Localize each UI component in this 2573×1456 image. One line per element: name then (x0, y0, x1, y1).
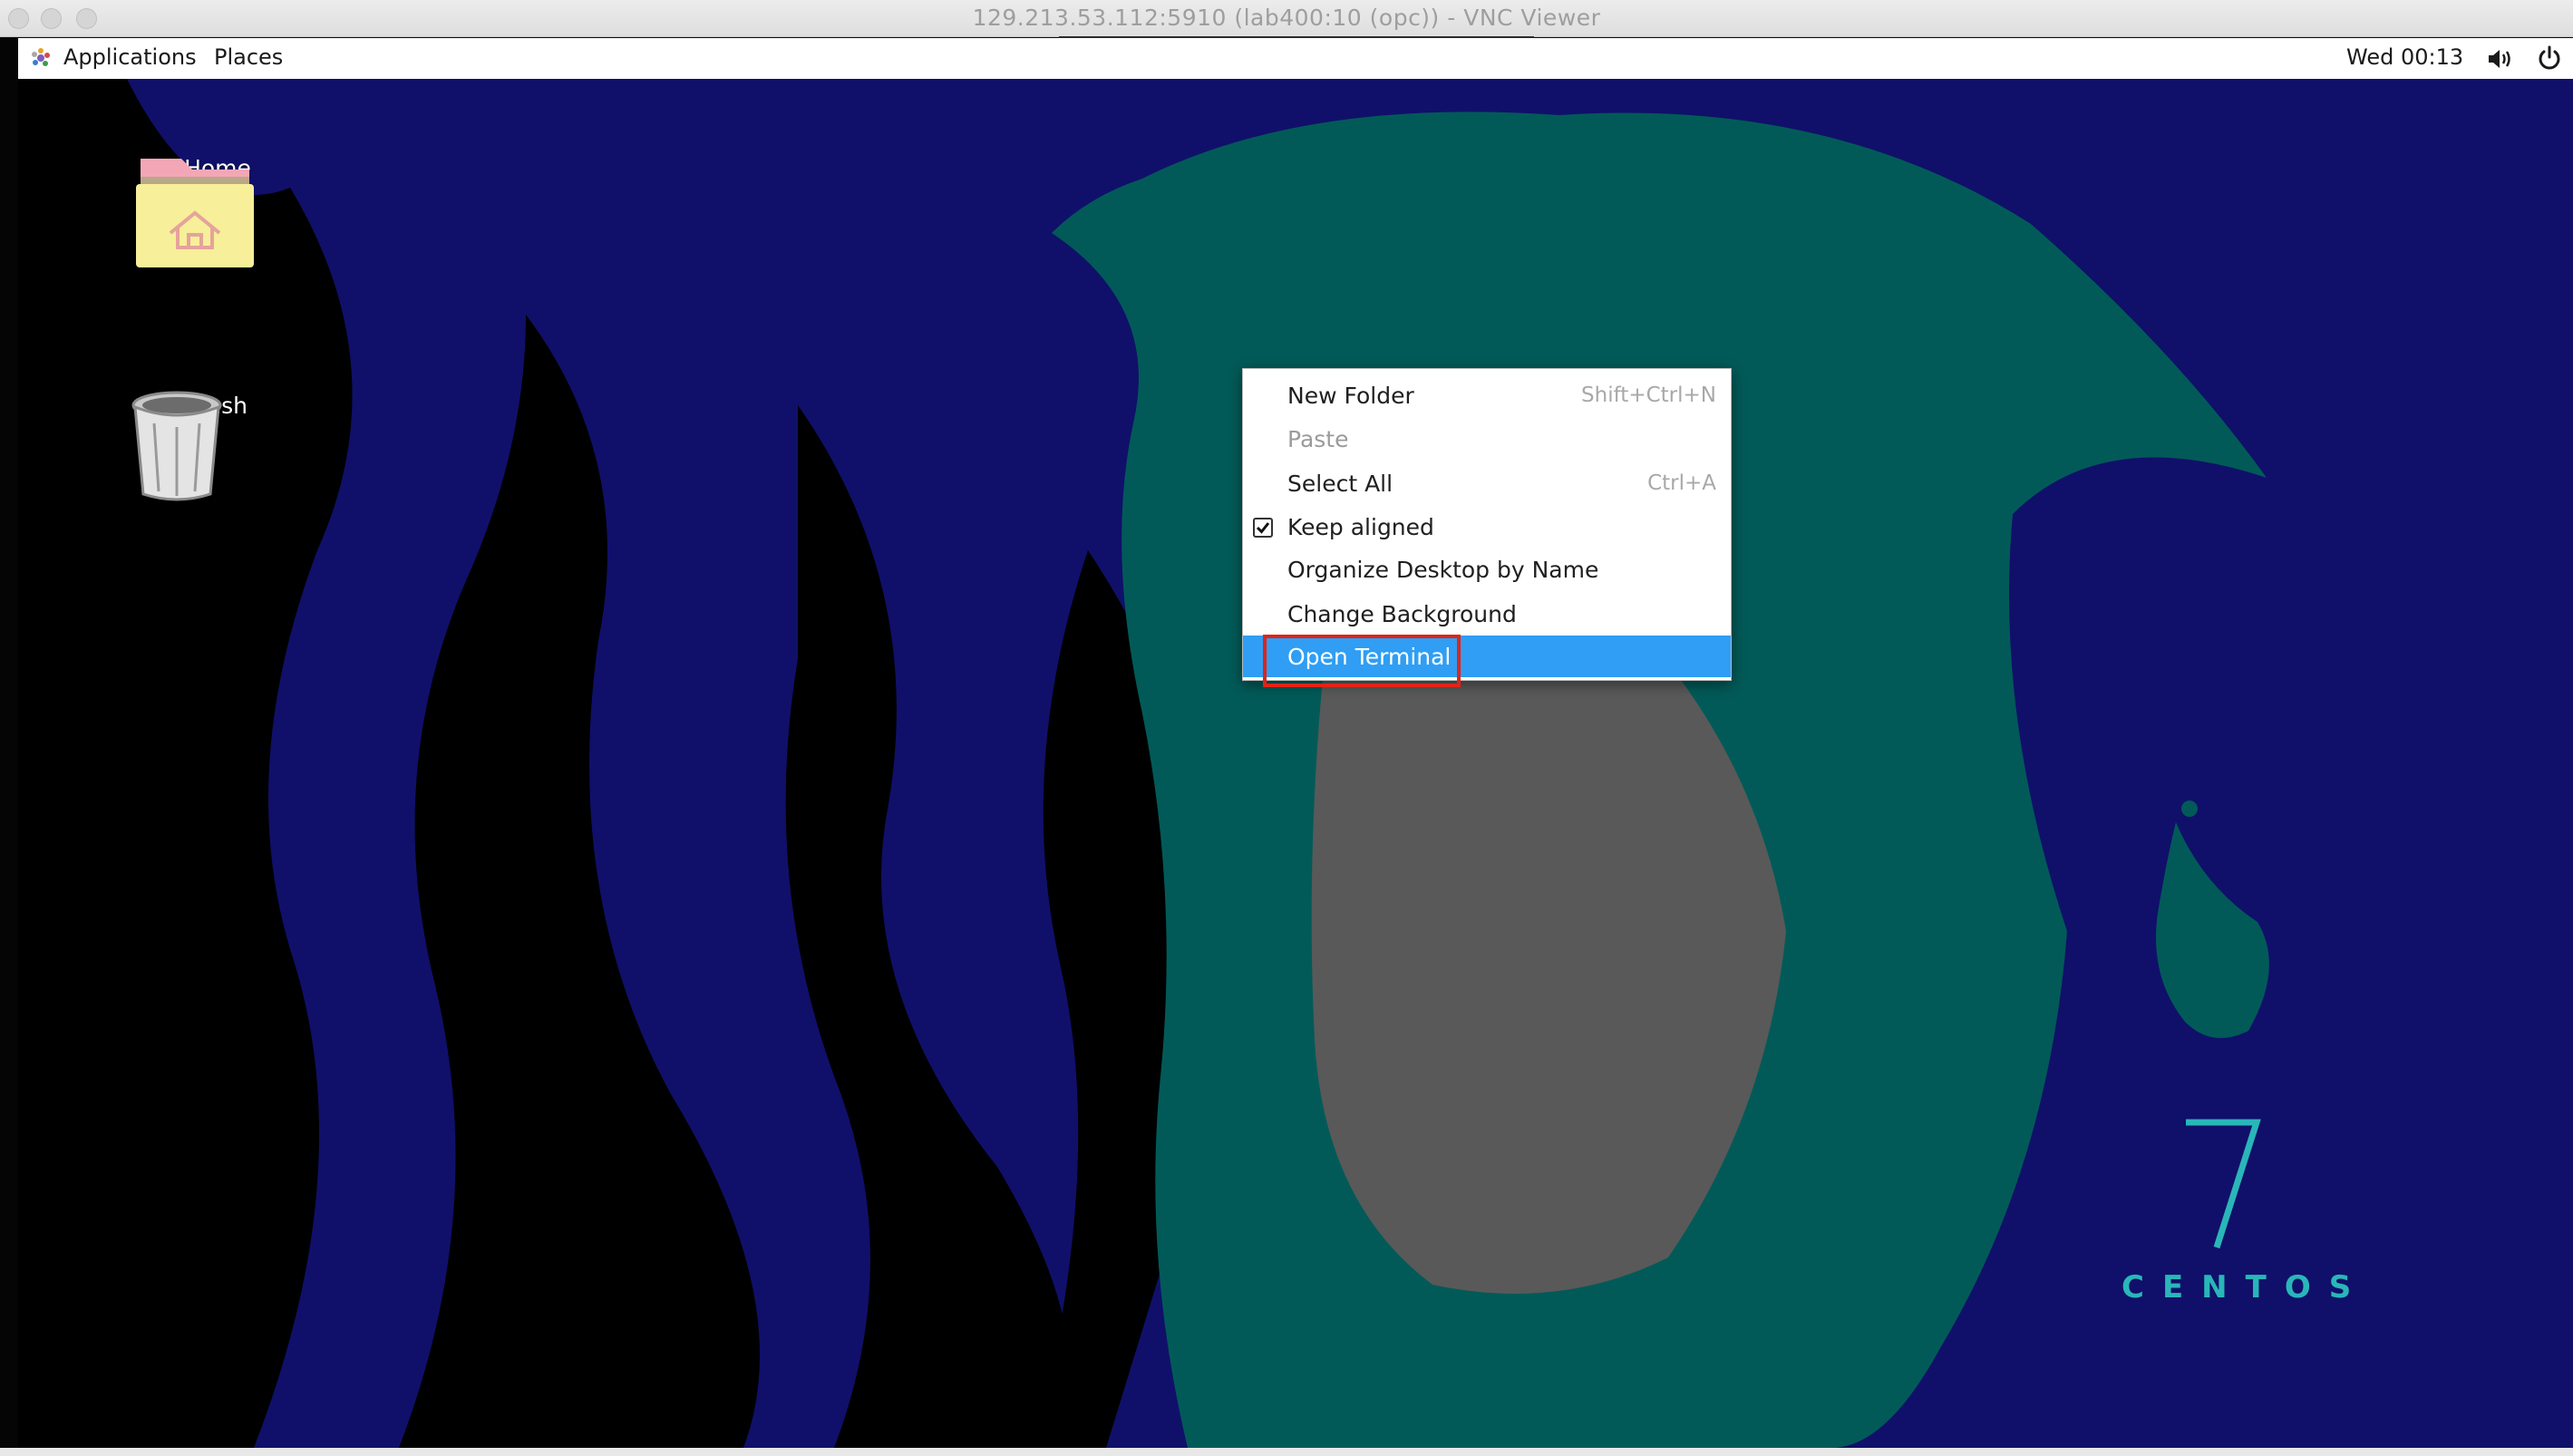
menu-item-label: New Folder (1287, 383, 1414, 409)
power-icon[interactable] (2537, 45, 2562, 71)
top-panel: Applications Places Wed 00:13 (18, 38, 2573, 80)
window-left-edge (0, 38, 18, 1456)
window-bottom-edge (0, 1448, 2573, 1456)
menu-item-accelerator: Ctrl+A (1647, 471, 1716, 495)
annotation-highlight-box (1263, 635, 1461, 687)
menu-item-label: Change Background (1287, 601, 1517, 627)
menu-item-select-all[interactable]: Select All Ctrl+A (1243, 462, 1731, 504)
centos-seven-mark (2186, 1119, 2261, 1249)
applications-menu[interactable]: Applications (63, 44, 197, 70)
vnc-window-titlebar: 129.213.53.112:5910 (lab400:10 (opc)) - … (0, 0, 2573, 37)
home-folder-icon (136, 159, 254, 267)
menu-item-label: Paste (1287, 426, 1349, 452)
desktop-icon-home[interactable]: Home (127, 150, 308, 267)
menu-item-keep-aligned[interactable]: Keep aligned (1243, 506, 1731, 548)
menu-item-new-folder[interactable]: New Folder Shift+Ctrl+N (1243, 374, 1731, 416)
menu-item-accelerator: Shift+Ctrl+N (1581, 383, 1716, 407)
places-menu[interactable]: Places (214, 44, 283, 70)
menu-item-change-background[interactable]: Change Background (1243, 593, 1731, 635)
clock[interactable]: Wed 00:13 (2346, 44, 2463, 70)
trash-icon (131, 391, 222, 501)
volume-icon[interactable] (2486, 46, 2513, 72)
centos-wordmark: CENTOS (2122, 1269, 2370, 1306)
menu-item-label: Select All (1287, 471, 1393, 497)
menu-item-label: Keep aligned (1287, 514, 1434, 540)
desktop-icon-trash[interactable]: Trash (127, 387, 308, 501)
gnome-foot-icon (32, 48, 50, 66)
checkbox-checked-icon[interactable] (1253, 518, 1273, 538)
menu-item-paste: Paste (1243, 418, 1731, 460)
window-title: 129.213.53.112:5910 (lab400:10 (opc)) - … (972, 5, 1601, 31)
menu-item-organize-desktop[interactable]: Organize Desktop by Name (1243, 548, 1731, 590)
menu-item-label: Organize Desktop by Name (1287, 557, 1599, 583)
